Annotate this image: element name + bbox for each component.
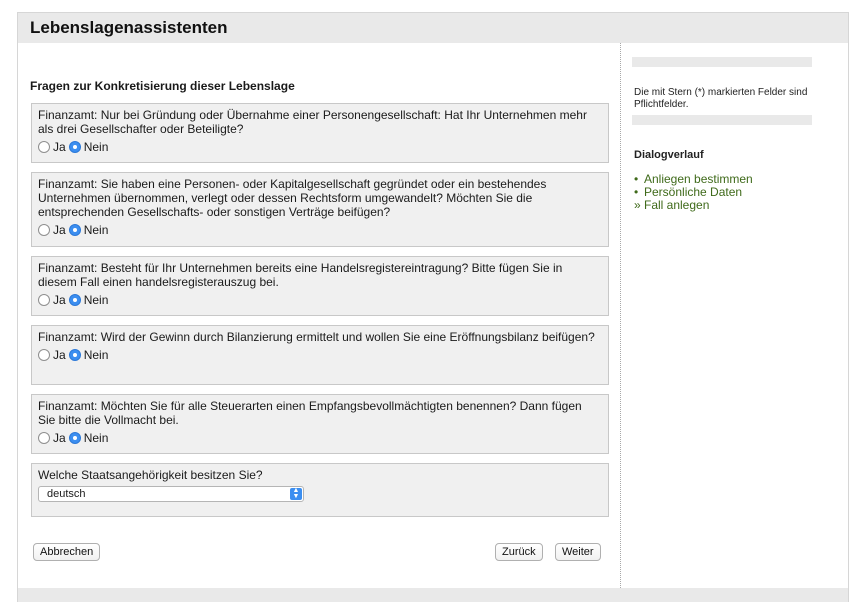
question-text: Finanzamt: Sie haben eine Personen- oder… [38,177,547,219]
radio-yes-label[interactable]: Ja [53,348,66,362]
radio-group: Ja Nein [38,139,602,155]
radio-group: Ja Nein [38,430,602,446]
nationality-question: Welche Staatsangehörigkeit besitzen Sie? [38,468,263,482]
radio-yes-label[interactable]: Ja [53,431,66,445]
radio-no-label[interactable]: Nein [84,293,109,307]
radio-yes[interactable] [38,432,50,444]
radio-yes[interactable] [38,141,50,153]
page-title: Lebenslagenassistenten [30,18,228,37]
radio-yes[interactable] [38,224,50,236]
nationality-select[interactable]: deutsch ▲ ▼ [38,486,304,502]
radio-group: Ja Nein [38,347,602,363]
dialog-step-label[interactable]: Anliegen bestimmen [644,172,753,186]
radio-no[interactable] [68,224,81,236]
title-bar: Lebenslagenassistenten [18,13,848,43]
radio-no-label[interactable]: Nein [84,348,109,362]
radio-yes[interactable] [38,349,50,361]
radio-no-label[interactable]: Nein [84,431,109,445]
question-box: Finanzamt: Besteht für Ihr Unternehmen b… [31,256,609,316]
dialog-step-label[interactable]: Persönliche Daten [644,185,742,199]
radio-yes[interactable] [38,294,50,306]
nationality-box: Welche Staatsangehörigkeit besitzen Sie?… [31,463,609,517]
next-button[interactable]: Weiter [555,543,601,561]
radio-no[interactable] [68,432,81,444]
question-text: Finanzamt: Wird der Gewinn durch Bilanzi… [38,330,595,344]
radio-group: Ja Nein [38,222,602,238]
radio-yes-label[interactable]: Ja [53,223,66,237]
radio-yes-label[interactable]: Ja [53,140,66,154]
radio-group: Ja Nein [38,292,602,308]
radio-no[interactable] [68,349,81,361]
footer-bar [18,588,848,602]
question-box: Finanzamt: Nur bei Gründung oder Übernah… [31,103,609,163]
sidebar: Die mit Stern (*) markierten Felder sind… [632,43,832,588]
question-box: Finanzamt: Möchten Sie für alle Steuerar… [31,394,609,454]
question-box: Finanzamt: Wird der Gewinn durch Bilanzi… [31,325,609,385]
radio-no-label[interactable]: Nein [84,223,109,237]
double-chevron-right-icon: » [634,198,641,212]
question-text: Finanzamt: Nur bei Gründung oder Übernah… [38,108,587,136]
dialog-history-list: • Anliegen bestimmen • Persönliche Daten »… [634,173,753,212]
radio-yes-label[interactable]: Ja [53,293,66,307]
dialog-step-label[interactable]: Fall anlegen [644,198,709,212]
radio-no-label[interactable]: Nein [84,140,109,154]
assistant-window: Lebenslagenassistenten Fragen zur Konkre… [17,12,849,602]
radio-no[interactable] [68,294,81,306]
content-area: Fragen zur Konkretisierung dieser Lebens… [18,43,848,588]
question-box: Finanzamt: Sie haben eine Personen- oder… [31,172,609,247]
updown-chevron-icon: ▲ ▼ [290,487,302,500]
radio-no[interactable] [68,141,81,153]
sidebar-divider [632,115,812,125]
sidebar-divider [632,57,812,67]
nationality-selected-value: deutsch [47,488,86,500]
back-button[interactable]: Zurück [495,543,543,561]
dialog-history-title: Dialogverlauf [634,149,704,161]
main-panel: Fragen zur Konkretisierung dieser Lebens… [18,43,621,588]
question-text: Finanzamt: Besteht für Ihr Unternehmen b… [38,261,563,289]
cancel-button[interactable]: Abbrechen [33,543,101,561]
required-fields-note: Die mit Stern (*) markierten Felder sind… [634,87,808,110]
question-text: Finanzamt: Möchten Sie für alle Steuerar… [38,399,582,427]
dialog-step[interactable]: » Fall anlegen [634,199,753,212]
section-title: Fragen zur Konkretisierung dieser Lebens… [30,79,295,93]
